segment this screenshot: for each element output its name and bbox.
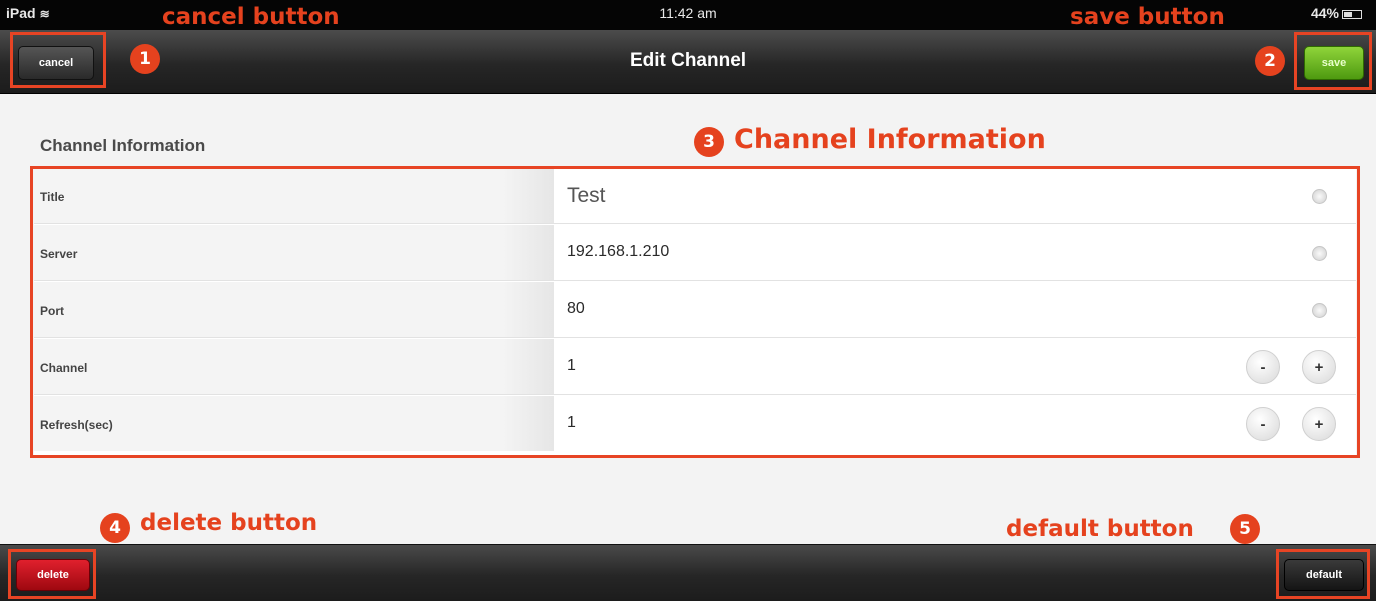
label-cell: Title <box>34 168 554 223</box>
form-row-title: Title Test <box>34 168 1356 224</box>
annotation-save-label: save button <box>1070 4 1225 30</box>
channel-input[interactable]: 1 <box>567 357 576 375</box>
label-cell: Server <box>34 225 554 280</box>
channel-decrement-button[interactable]: - <box>1246 350 1280 384</box>
form-row-refresh: Refresh(sec) 1 - + <box>34 396 1356 452</box>
channel-info-table: Title Test Server 192.168.1.210 Port 80 … <box>34 168 1356 456</box>
title-input[interactable]: Test <box>567 184 606 208</box>
row-label: Channel <box>40 361 88 375</box>
row-label: Server <box>40 247 78 261</box>
channel-increment-button[interactable]: + <box>1302 350 1336 384</box>
server-input[interactable]: 192.168.1.210 <box>567 243 669 261</box>
status-battery: 44% <box>1311 5 1362 21</box>
annotation-info-label: Channel Information <box>734 124 1046 155</box>
clear-icon[interactable] <box>1312 303 1327 318</box>
navigation-bar: cancel Edit Channel save <box>0 30 1376 94</box>
refresh-decrement-button[interactable]: - <box>1246 407 1280 441</box>
port-input[interactable]: 80 <box>567 300 585 318</box>
label-cell: Channel <box>34 339 554 394</box>
refresh-input[interactable]: 1 <box>567 414 576 432</box>
battery-percent: 44% <box>1310 5 1339 21</box>
annotation-default-label: default button <box>1006 516 1194 542</box>
save-button[interactable]: save <box>1304 46 1364 80</box>
row-label: Refresh(sec) <box>40 418 113 432</box>
annotation-number-5: 5 <box>1230 514 1260 544</box>
annotation-number-4: 4 <box>100 513 130 543</box>
clear-icon[interactable] <box>1312 246 1327 261</box>
section-title: Channel Information <box>40 136 206 155</box>
clear-icon[interactable] <box>1312 189 1327 204</box>
label-cell: Refresh(sec) <box>34 396 554 451</box>
form-row-server: Server 192.168.1.210 <box>34 225 1356 281</box>
label-cell: Port <box>34 282 554 337</box>
bottom-toolbar: delete default <box>0 544 1376 601</box>
form-row-port: Port 80 <box>34 282 1356 338</box>
form-row-channel: Channel 1 - + <box>34 339 1356 395</box>
row-label: Port <box>40 304 64 318</box>
annotation-delete-label: delete button <box>140 510 318 536</box>
default-button[interactable]: default <box>1284 559 1364 591</box>
refresh-increment-button[interactable]: + <box>1302 407 1336 441</box>
annotation-number-1: 1 <box>130 44 160 74</box>
page-title: Edit Channel <box>629 50 747 71</box>
delete-button[interactable]: delete <box>16 559 90 591</box>
row-label: Title <box>40 190 65 204</box>
annotation-cancel-label: cancel button <box>162 4 340 30</box>
annotation-number-2: 2 <box>1255 46 1285 76</box>
annotation-number-3: 3 <box>694 127 724 157</box>
battery-icon <box>1342 10 1362 19</box>
